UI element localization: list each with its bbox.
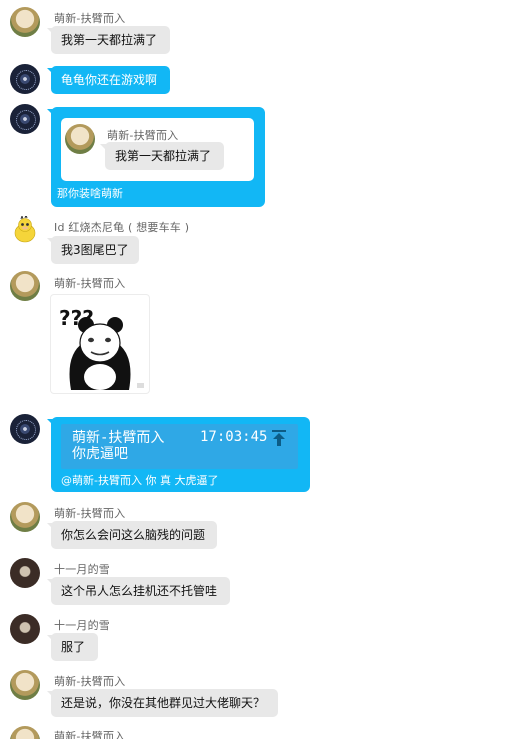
reply-text: 那你装啥萌新 [57,187,123,200]
reply-text: @萌新-扶臂而入 你 真 大虎逼了 [61,474,219,487]
quoted-avatar [65,124,95,154]
avatar[interactable] [10,414,40,444]
quoted-time: 17:03:45 [200,429,268,445]
quote-reply-bubble[interactable]: 萌新-扶臂而入 我第一天都拉满了 那你装啥萌新 [51,107,265,207]
message-bubble[interactable]: 这个吊人怎么挂机还不托管哇 [51,577,230,605]
avatar[interactable] [10,614,40,644]
sender-name: 萌新-扶臂而入 [54,507,126,520]
message-bubble[interactable]: 还是说，你没在其他群见过大佬聊天？ [51,689,278,717]
sender-name: 十一月的雪 [54,563,110,576]
message-bubble[interactable]: 我第一天都拉满了 [51,26,170,54]
sticker-image[interactable]: ??? [50,294,150,394]
sender-name: 萌新-扶臂而入 [54,12,126,25]
sender-name: Id 红烧杰尼龟 ( 想要车车 ) [54,221,190,234]
message-bubble[interactable]: 我3图尾巴了 [51,236,139,264]
avatar[interactable] [10,271,40,301]
avatar[interactable] [10,64,40,94]
message-bubble[interactable]: 服了 [51,633,98,661]
avatar[interactable] [10,558,40,588]
sender-name: 十一月的雪 [54,619,110,632]
avatar[interactable] [10,726,40,739]
message-bubble[interactable]: 你怎么会问这么脑残的问题 [51,521,217,549]
panda-sticker-icon: ??? [59,306,144,390]
avatar[interactable] [12,213,38,243]
sender-name: 萌新-扶臂而入 [54,277,126,290]
avatar[interactable] [10,502,40,532]
avatar[interactable] [10,7,40,37]
quoted-message[interactable]: 萌新-扶臂而入 17:03:45 你虎逼吧 [61,424,298,469]
message-bubble[interactable]: 龟龟你还在游戏啊 [51,66,170,94]
sender-name: 萌新-扶臂而入 [54,730,126,739]
quoted-sender-name: 萌新-扶臂而入 [107,129,179,142]
quote-reply-bubble[interactable]: 萌新-扶臂而入 17:03:45 你虎逼吧 @萌新-扶臂而入 你 真 大虎逼了 [51,417,310,492]
quoted-text: 你虎逼吧 [72,446,128,462]
arrow-up-to-bar-icon[interactable] [271,429,287,447]
quoted-message[interactable]: 萌新-扶臂而入 我第一天都拉满了 [61,118,254,181]
quoted-bubble: 我第一天都拉满了 [105,142,224,170]
sender-name: 萌新-扶臂而入 [54,675,126,688]
avatar[interactable] [10,670,40,700]
avatar[interactable] [10,104,40,134]
duck-icon [14,213,36,243]
